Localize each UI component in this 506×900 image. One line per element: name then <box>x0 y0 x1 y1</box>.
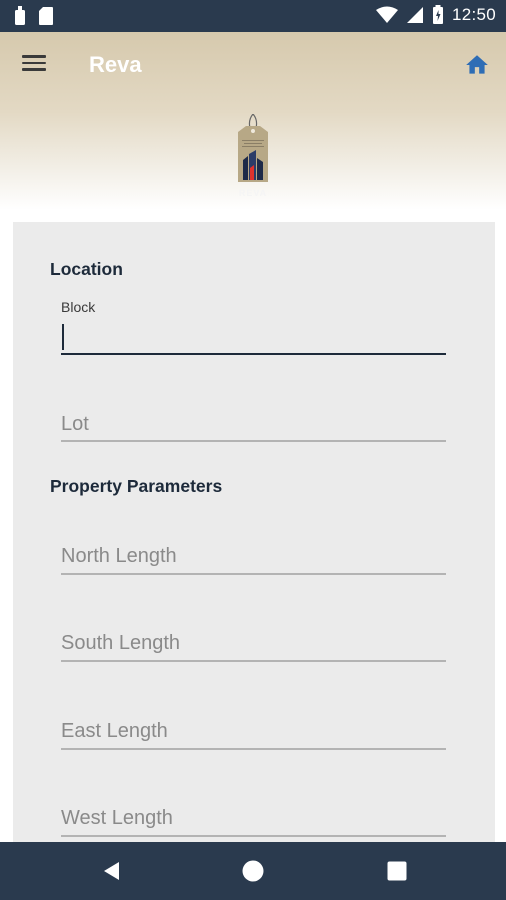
sd-card-icon <box>39 7 53 25</box>
app-title: Reva <box>89 52 142 77</box>
south-length-input[interactable] <box>61 629 446 657</box>
signal-icon <box>406 7 423 23</box>
block-field: Block <box>61 299 446 357</box>
property-form-card: Location Block Property Parameters <box>13 222 495 842</box>
status-indicators: 12:50 <box>375 5 496 25</box>
menu-icon[interactable] <box>22 52 48 78</box>
wifi-icon <box>375 6 398 23</box>
home-icon[interactable] <box>464 52 490 78</box>
east-length-underline <box>61 748 446 750</box>
block-input[interactable] <box>61 323 446 351</box>
block-underline <box>61 353 446 355</box>
battery-icon <box>432 5 443 24</box>
app-header: Reva REVA <box>0 32 506 210</box>
recents-icon[interactable] <box>385 859 409 883</box>
logo-text: REVA <box>239 188 267 198</box>
south-length-field <box>61 629 446 665</box>
lot-underline <box>61 440 446 442</box>
south-length-underline <box>61 660 446 662</box>
status-notifications <box>14 6 54 26</box>
property-parameters-title: Property Parameters <box>50 476 223 496</box>
lot-field <box>61 408 446 444</box>
lot-input[interactable] <box>61 410 446 438</box>
north-length-field <box>61 542 446 578</box>
block-label: Block <box>61 299 96 315</box>
system-nav-bar <box>0 842 506 900</box>
status-bar: 12:50 <box>0 0 506 32</box>
back-icon[interactable] <box>100 859 124 883</box>
home-circle-icon[interactable] <box>241 859 265 883</box>
west-length-field <box>61 804 446 840</box>
north-length-input[interactable] <box>61 542 446 570</box>
sim-card-icon <box>15 6 25 25</box>
east-length-input[interactable] <box>61 717 446 745</box>
east-length-field <box>61 717 446 753</box>
west-length-input[interactable] <box>61 804 446 832</box>
north-length-underline <box>61 573 446 575</box>
west-length-underline <box>61 835 446 837</box>
location-section-title: Location <box>50 259 123 279</box>
status-time: 12:50 <box>451 5 496 24</box>
reva-logo: REVA <box>228 113 278 200</box>
